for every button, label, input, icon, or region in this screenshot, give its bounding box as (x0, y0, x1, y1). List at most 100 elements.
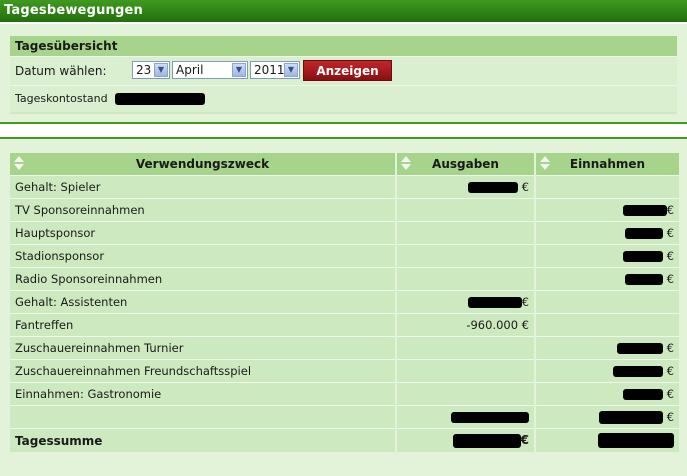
table-row: Hauptsponsor € (10, 221, 679, 245)
expense-value: € (521, 295, 529, 309)
expense-value: € (520, 433, 529, 448)
show-button[interactable]: Anzeigen (303, 60, 392, 81)
table-row: Einnahmen: Gastronomie € (10, 382, 679, 406)
income-value: € (666, 249, 674, 263)
chevron-down-icon: ▼ (284, 63, 298, 77)
chevron-down-icon: ▼ (232, 63, 246, 77)
table-row: Gehalt: Spieler € (10, 175, 679, 199)
expense-cell (396, 359, 536, 383)
overview-heading: Tagesübersicht (10, 36, 677, 56)
income-value: € (666, 387, 674, 401)
expense-cell: € (396, 175, 536, 199)
month-select[interactable]: April ▼ (172, 61, 248, 79)
expense-value: € (521, 180, 529, 194)
purpose-cell: Gehalt: Assistenten (10, 290, 397, 314)
month-value: April (176, 63, 204, 77)
redacted-value (625, 228, 664, 239)
col-header-expense[interactable]: Ausgaben (396, 153, 536, 176)
purpose-cell: Zuschauereinnahmen Turnier (10, 336, 397, 360)
purpose-cell: Stadionsponsor (10, 244, 397, 268)
purpose-cell: Fantreffen (10, 313, 397, 337)
purpose-cell (10, 405, 397, 429)
balance-row: Tageskontostand (10, 85, 677, 112)
table-row: Radio Sponsoreinnahmen € (10, 267, 679, 291)
purpose-cell: Hauptsponsor (10, 221, 397, 245)
purpose-cell: Gehalt: Spieler (10, 175, 397, 199)
income-cell: € (535, 405, 679, 429)
expense-cell (396, 405, 536, 429)
date-label: Datum wählen: (15, 64, 107, 78)
income-cell: € (535, 198, 679, 222)
redacted-value (599, 411, 664, 424)
income-cell: € (535, 267, 679, 291)
expense-cell: € (396, 290, 536, 314)
income-cell: € (535, 221, 679, 245)
redacted-value (468, 182, 519, 193)
redacted-balance (115, 93, 206, 105)
redacted-value (467, 297, 522, 308)
overview-panel: Tagesübersicht Datum wählen: 23 ▼ April … (0, 24, 687, 124)
income-cell: € (535, 244, 679, 268)
income-value: € (666, 341, 674, 355)
expense-cell: -960.000 € (396, 313, 536, 337)
income-value: € (666, 410, 674, 424)
redacted-value (598, 433, 674, 448)
table-header-row: Verwendungszweck Ausgaben Einnahmen (10, 153, 679, 176)
sort-icon[interactable] (401, 156, 411, 172)
table-row: Zuschauereinnahmen Turnier € (10, 336, 679, 360)
expense-cell (396, 221, 536, 245)
expense-cell (396, 267, 536, 291)
date-picker-row: Datum wählen: 23 ▼ April ▼ 2011 ▼ Anzeig… (10, 56, 677, 85)
purpose-cell: Zuschauereinnahmen Freundschaftsspiel (10, 359, 397, 383)
window-title: Tagesbewegungen (0, 0, 687, 22)
overview-box: Tagesübersicht Datum wählen: 23 ▼ April … (10, 36, 677, 114)
income-cell: € (535, 382, 679, 406)
day-value: 23 (136, 63, 152, 77)
table-row: Gehalt: Assistenten € (10, 290, 679, 314)
redacted-value (617, 343, 664, 354)
col-header-label: Verwendungszweck (135, 157, 270, 171)
redacted-value (622, 205, 667, 216)
chevron-down-icon: ▼ (154, 63, 168, 77)
income-value: € (666, 203, 674, 217)
total-row: Tagessumme € (10, 428, 679, 452)
sort-icon[interactable] (14, 156, 24, 172)
day-select[interactable]: 23 ▼ (132, 61, 170, 79)
redacted-value (623, 389, 664, 400)
balance-label: Tageskontostand (15, 92, 108, 105)
table-row: Stadionsponsor € (10, 244, 679, 268)
redacted-value (625, 274, 664, 285)
expense-cell (396, 336, 536, 360)
redacted-value (451, 412, 529, 423)
col-header-income[interactable]: Einnahmen (535, 153, 679, 176)
col-header-label: Einnahmen (569, 157, 646, 171)
year-select[interactable]: 2011 ▼ (250, 61, 300, 79)
income-cell: € (535, 336, 679, 360)
transactions-panel: Verwendungszweck Ausgaben Einnahmen Geha… (0, 137, 687, 476)
purpose-cell: TV Sponsoreinnahmen (10, 198, 397, 222)
expense-cell (396, 382, 536, 406)
redacted-value (452, 433, 521, 448)
table-row: TV Sponsoreinnahmen € (10, 198, 679, 222)
total-label: Tagessumme (10, 428, 397, 452)
income-cell (535, 175, 679, 199)
income-value: € (666, 272, 674, 286)
income-cell (535, 313, 679, 337)
income-value: € (666, 226, 674, 240)
redacted-value (623, 251, 664, 262)
income-cell: € (535, 359, 679, 383)
purpose-cell: Radio Sponsoreinnahmen (10, 267, 397, 291)
sort-icon[interactable] (540, 156, 550, 172)
transactions-table: Verwendungszweck Ausgaben Einnahmen Geha… (10, 153, 679, 452)
income-cell (535, 290, 679, 314)
table-row: Zuschauereinnahmen Freundschaftsspiel € (10, 359, 679, 383)
expense-cell (396, 198, 536, 222)
col-header-label: Ausgaben (432, 157, 499, 171)
sum-row: € (10, 405, 679, 429)
redacted-value (613, 366, 664, 377)
col-header-purpose[interactable]: Verwendungszweck (10, 153, 397, 176)
expense-cell (396, 244, 536, 268)
year-value: 2011 (254, 63, 285, 77)
table-row: Fantreffen -960.000 € (10, 313, 679, 337)
income-cell (535, 428, 679, 452)
